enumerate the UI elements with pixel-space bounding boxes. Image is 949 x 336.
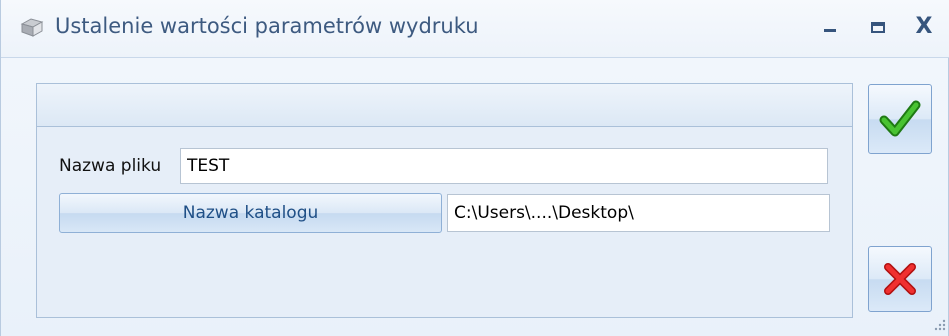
window-title: Ustalenie wartości parametrów wydruku [55, 14, 479, 38]
maximize-icon [871, 21, 885, 33]
maximize-button[interactable] [861, 12, 895, 42]
file-name-label: Nazwa pliku [59, 156, 162, 176]
minimize-icon [824, 28, 836, 32]
cross-icon [884, 263, 916, 295]
checkmark-icon [879, 100, 921, 137]
panel-header [37, 84, 852, 127]
ok-button[interactable] [868, 84, 932, 154]
close-button[interactable]: X [907, 12, 941, 42]
app-icon [20, 18, 44, 37]
resize-grip-icon[interactable] [933, 318, 947, 332]
close-icon: X [915, 14, 933, 39]
directory-path-input[interactable] [447, 194, 830, 232]
directory-name-button[interactable]: Nazwa katalogu [59, 193, 442, 233]
directory-name-button-label: Nazwa katalogu [182, 203, 319, 223]
dialog-window: Ustalenie wartości parametrów wydruku X … [0, 0, 949, 336]
minimize-button[interactable] [813, 12, 847, 42]
title-bar[interactable]: Ustalenie wartości parametrów wydruku X [1, 0, 949, 58]
cancel-button[interactable] [868, 246, 932, 312]
file-name-input[interactable] [180, 148, 828, 184]
